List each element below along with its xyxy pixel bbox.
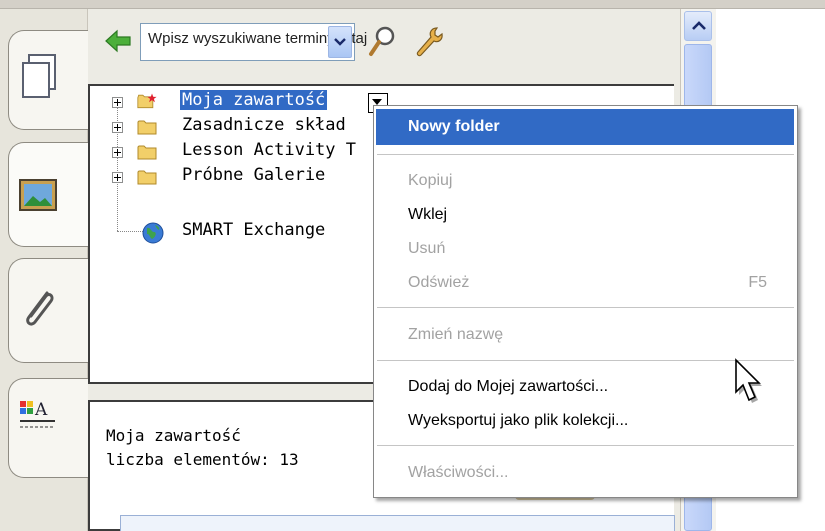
menu-separator (377, 445, 794, 446)
menu-item-rename[interactable]: Zmień nazwę (408, 326, 503, 344)
tab-gallery[interactable] (8, 142, 90, 247)
expand-icon[interactable] (112, 172, 123, 183)
expand-icon[interactable] (112, 147, 123, 158)
thumbnail-strip (120, 515, 675, 531)
tab-properties[interactable]: A (8, 378, 90, 478)
menu-item-add-to-my-content[interactable]: Dodaj do Mojej zawartości... (408, 378, 608, 396)
tree-connector (117, 231, 145, 232)
tree-item-label: SMART Exchange (182, 220, 326, 240)
folder-star-icon (137, 93, 157, 109)
chevron-up-icon (692, 21, 706, 30)
menu-item-properties[interactable]: Właściwości... (408, 464, 508, 482)
menu-separator (377, 307, 794, 308)
folder-icon (137, 120, 157, 135)
tab-page-sorter[interactable] (8, 30, 90, 130)
mouse-cursor-icon (735, 358, 762, 403)
tree-item-label: Lesson Activity T (182, 140, 356, 160)
svg-text:A: A (34, 400, 48, 420)
menu-item-export-collection[interactable]: Wyeksportuj jako plik kolekcji... (408, 412, 628, 430)
menu-item-delete[interactable]: Usuń (408, 240, 445, 258)
expand-icon[interactable] (112, 97, 123, 108)
menu-item-new-folder[interactable]: Nowy folder (408, 118, 500, 136)
refresh-shortcut: F5 (748, 274, 767, 291)
tree-item-label: Zasadnicze skład (182, 115, 346, 135)
chevron-down-icon (334, 38, 346, 46)
menu-item-refresh[interactable]: Odśwież (408, 274, 469, 292)
info-count: liczba elementów: 13 (106, 450, 299, 469)
wrench-icon[interactable] (410, 24, 446, 60)
menu-separator (377, 154, 794, 155)
menu-item-paste[interactable]: Wklej (408, 206, 447, 224)
properties-icon: A (20, 400, 55, 428)
pages-icon (22, 54, 56, 98)
folder-icon (137, 170, 157, 185)
gallery-picture-icon (19, 179, 57, 211)
expand-icon[interactable] (112, 122, 123, 133)
info-title: Moja zawartość (106, 426, 241, 445)
tab-attachments[interactable] (8, 258, 90, 363)
search-icon[interactable] (366, 24, 398, 60)
search-dropdown-button[interactable] (328, 26, 352, 58)
window-top-edge (0, 0, 825, 9)
scroll-up-button[interactable] (684, 11, 712, 41)
paperclip-icon (26, 291, 54, 326)
context-menu: Nowy folder Kopiuj Wklej Usuń Odśwież F5… (373, 105, 798, 498)
menu-item-copy[interactable]: Kopiuj (408, 172, 452, 190)
tree-item-label: Moja zawartość (180, 90, 328, 110)
back-arrow-icon[interactable] (104, 28, 132, 54)
folder-icon (137, 145, 157, 160)
tree-item-label: Próbne Galerie (182, 165, 326, 185)
globe-icon (142, 222, 164, 244)
